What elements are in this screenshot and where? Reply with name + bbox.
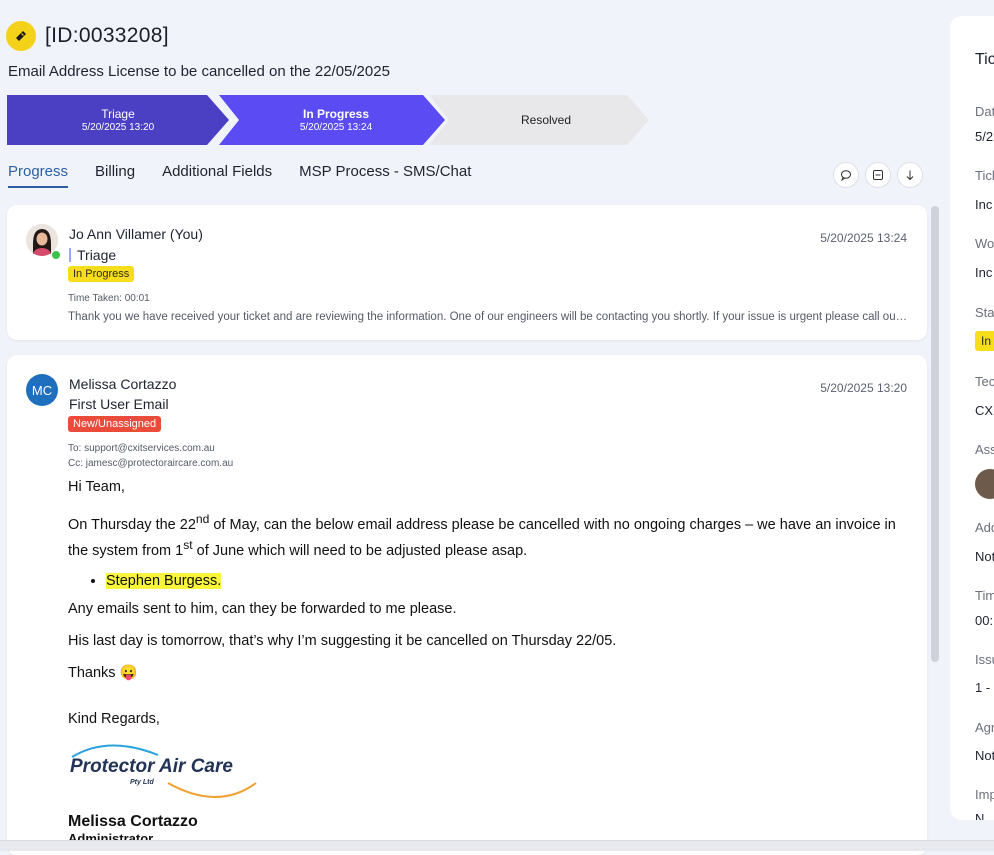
- field-label: Agr: [975, 720, 994, 735]
- email-cc: Cc: jamesc@protectoraircare.com.au: [68, 458, 234, 469]
- tab-msp-process[interactable]: MSP Process - SMS/Chat: [299, 163, 471, 188]
- online-status-dot: [51, 250, 61, 260]
- step-triage[interactable]: Triage 5/20/2025 13:20: [7, 95, 229, 145]
- email-to: To: support@cxitservices.com.au: [68, 443, 215, 454]
- field-label: Imp: [975, 787, 994, 802]
- collapse-icon: [873, 170, 883, 180]
- panel-title: Tic: [975, 51, 994, 68]
- field-value: N: [975, 811, 985, 820]
- progress-entry[interactable]: MC Melissa Cortazzo First User Email New…: [7, 355, 927, 855]
- email-list: Stephen Burgess.: [68, 572, 918, 589]
- field-label: Tec: [975, 374, 994, 389]
- field-value[interactable]: Inc: [975, 265, 992, 280]
- field-label: Tim: [975, 588, 994, 603]
- field-label: Add: [975, 520, 994, 535]
- ticket-icon: [6, 21, 36, 51]
- scrollbar-thumb[interactable]: [931, 206, 939, 662]
- field-label: Wo: [975, 236, 994, 251]
- step-date: 5/20/2025 13:24: [299, 121, 373, 133]
- step-name: In Progress: [302, 106, 370, 121]
- email-greeting: Hi Team,: [68, 479, 125, 495]
- time-taken: Time Taken: 00:01: [68, 293, 150, 304]
- field-label: Issu: [975, 652, 994, 667]
- comment-icon: [841, 170, 851, 181]
- field-label: Dat: [975, 104, 994, 119]
- company-logo: Protector Air Care Pty Ltd: [68, 741, 268, 803]
- field-label: Sta: [975, 305, 994, 320]
- field-value[interactable]: Inc: [975, 197, 992, 212]
- tab-additional-fields[interactable]: Additional Fields: [162, 163, 272, 188]
- collapse-button[interactable]: [865, 162, 891, 188]
- entry-timestamp: 5/20/2025 13:24: [820, 231, 907, 245]
- status-stepper: Triage 5/20/2025 13:20 In Progress 5/20/…: [7, 95, 652, 145]
- email-paragraph: Any emails sent to him, can they be forw…: [68, 600, 457, 617]
- avatar: MC: [26, 374, 58, 406]
- email-body: Hi Team, On Thursday the 22nd of May, ca…: [68, 477, 918, 846]
- ticket-subject: Email Address License to be cancelled on…: [8, 63, 390, 80]
- entry-timestamp: 5/20/2025 13:20: [820, 381, 907, 395]
- sort-button[interactable]: [897, 162, 923, 188]
- field-label: Ass: [975, 442, 994, 457]
- signature-name: Melissa Cortazzo: [68, 812, 198, 830]
- entry-title: First User Email: [69, 396, 169, 412]
- entry-preview: Thank you we have received your ticket a…: [68, 311, 908, 323]
- entry-author: Melissa Cortazzo: [69, 376, 177, 392]
- step-name: Resolved: [520, 113, 572, 127]
- email-paragraph: His last day is tomorrow, that’s why I’m…: [68, 632, 617, 649]
- ticket-details-panel: Tic Dat 5/2 Tick Inc Wo Inc Sta In Tec C…: [950, 16, 994, 820]
- step-date: 5/20/2025 13:20: [81, 121, 155, 133]
- tab-bar: Progress Billing Additional Fields MSP P…: [8, 163, 498, 188]
- arrow-down-icon: [906, 170, 914, 181]
- ticket-id: [ID:0033208]: [45, 24, 169, 47]
- tab-progress[interactable]: Progress: [8, 163, 69, 188]
- comment-button[interactable]: [833, 162, 859, 188]
- status-badge: In Progress: [68, 266, 135, 282]
- emoji: 😛: [119, 664, 138, 681]
- field-value: Not: [975, 549, 994, 564]
- status-badge: New/Unassigned: [68, 416, 162, 432]
- step-in-progress[interactable]: In Progress 5/20/2025 13:24: [219, 95, 445, 145]
- horizontal-scrollbar[interactable]: [0, 840, 994, 851]
- tab-actions: [833, 162, 923, 188]
- step-name: Triage: [101, 106, 135, 121]
- assignee-avatar[interactable]: [975, 469, 994, 499]
- field-value: 00:: [975, 613, 994, 628]
- field-value: Not: [975, 748, 994, 763]
- field-value[interactable]: 1 -: [975, 680, 990, 695]
- field-value: 5/2: [975, 129, 994, 144]
- email-regards: Kind Regards,: [68, 710, 160, 727]
- step-resolved[interactable]: Resolved: [429, 95, 649, 145]
- status-chip[interactable]: In: [975, 331, 994, 351]
- field-value[interactable]: CX: [975, 403, 993, 418]
- entry-author: Jo Ann Villamer (You): [69, 226, 203, 242]
- ticket-header: [ID:0033208]: [6, 21, 169, 51]
- entry-title: Triage: [69, 248, 116, 262]
- progress-entry[interactable]: Jo Ann Villamer (You) Triage In Progress…: [7, 205, 927, 340]
- field-label: Tick: [975, 168, 994, 183]
- tab-billing[interactable]: Billing: [95, 163, 135, 188]
- list-item: Stephen Burgess.: [106, 572, 918, 589]
- email-thanks: Thanks 😛: [68, 664, 138, 681]
- email-paragraph: On Thursday the 22nd of May, can the bel…: [68, 512, 896, 559]
